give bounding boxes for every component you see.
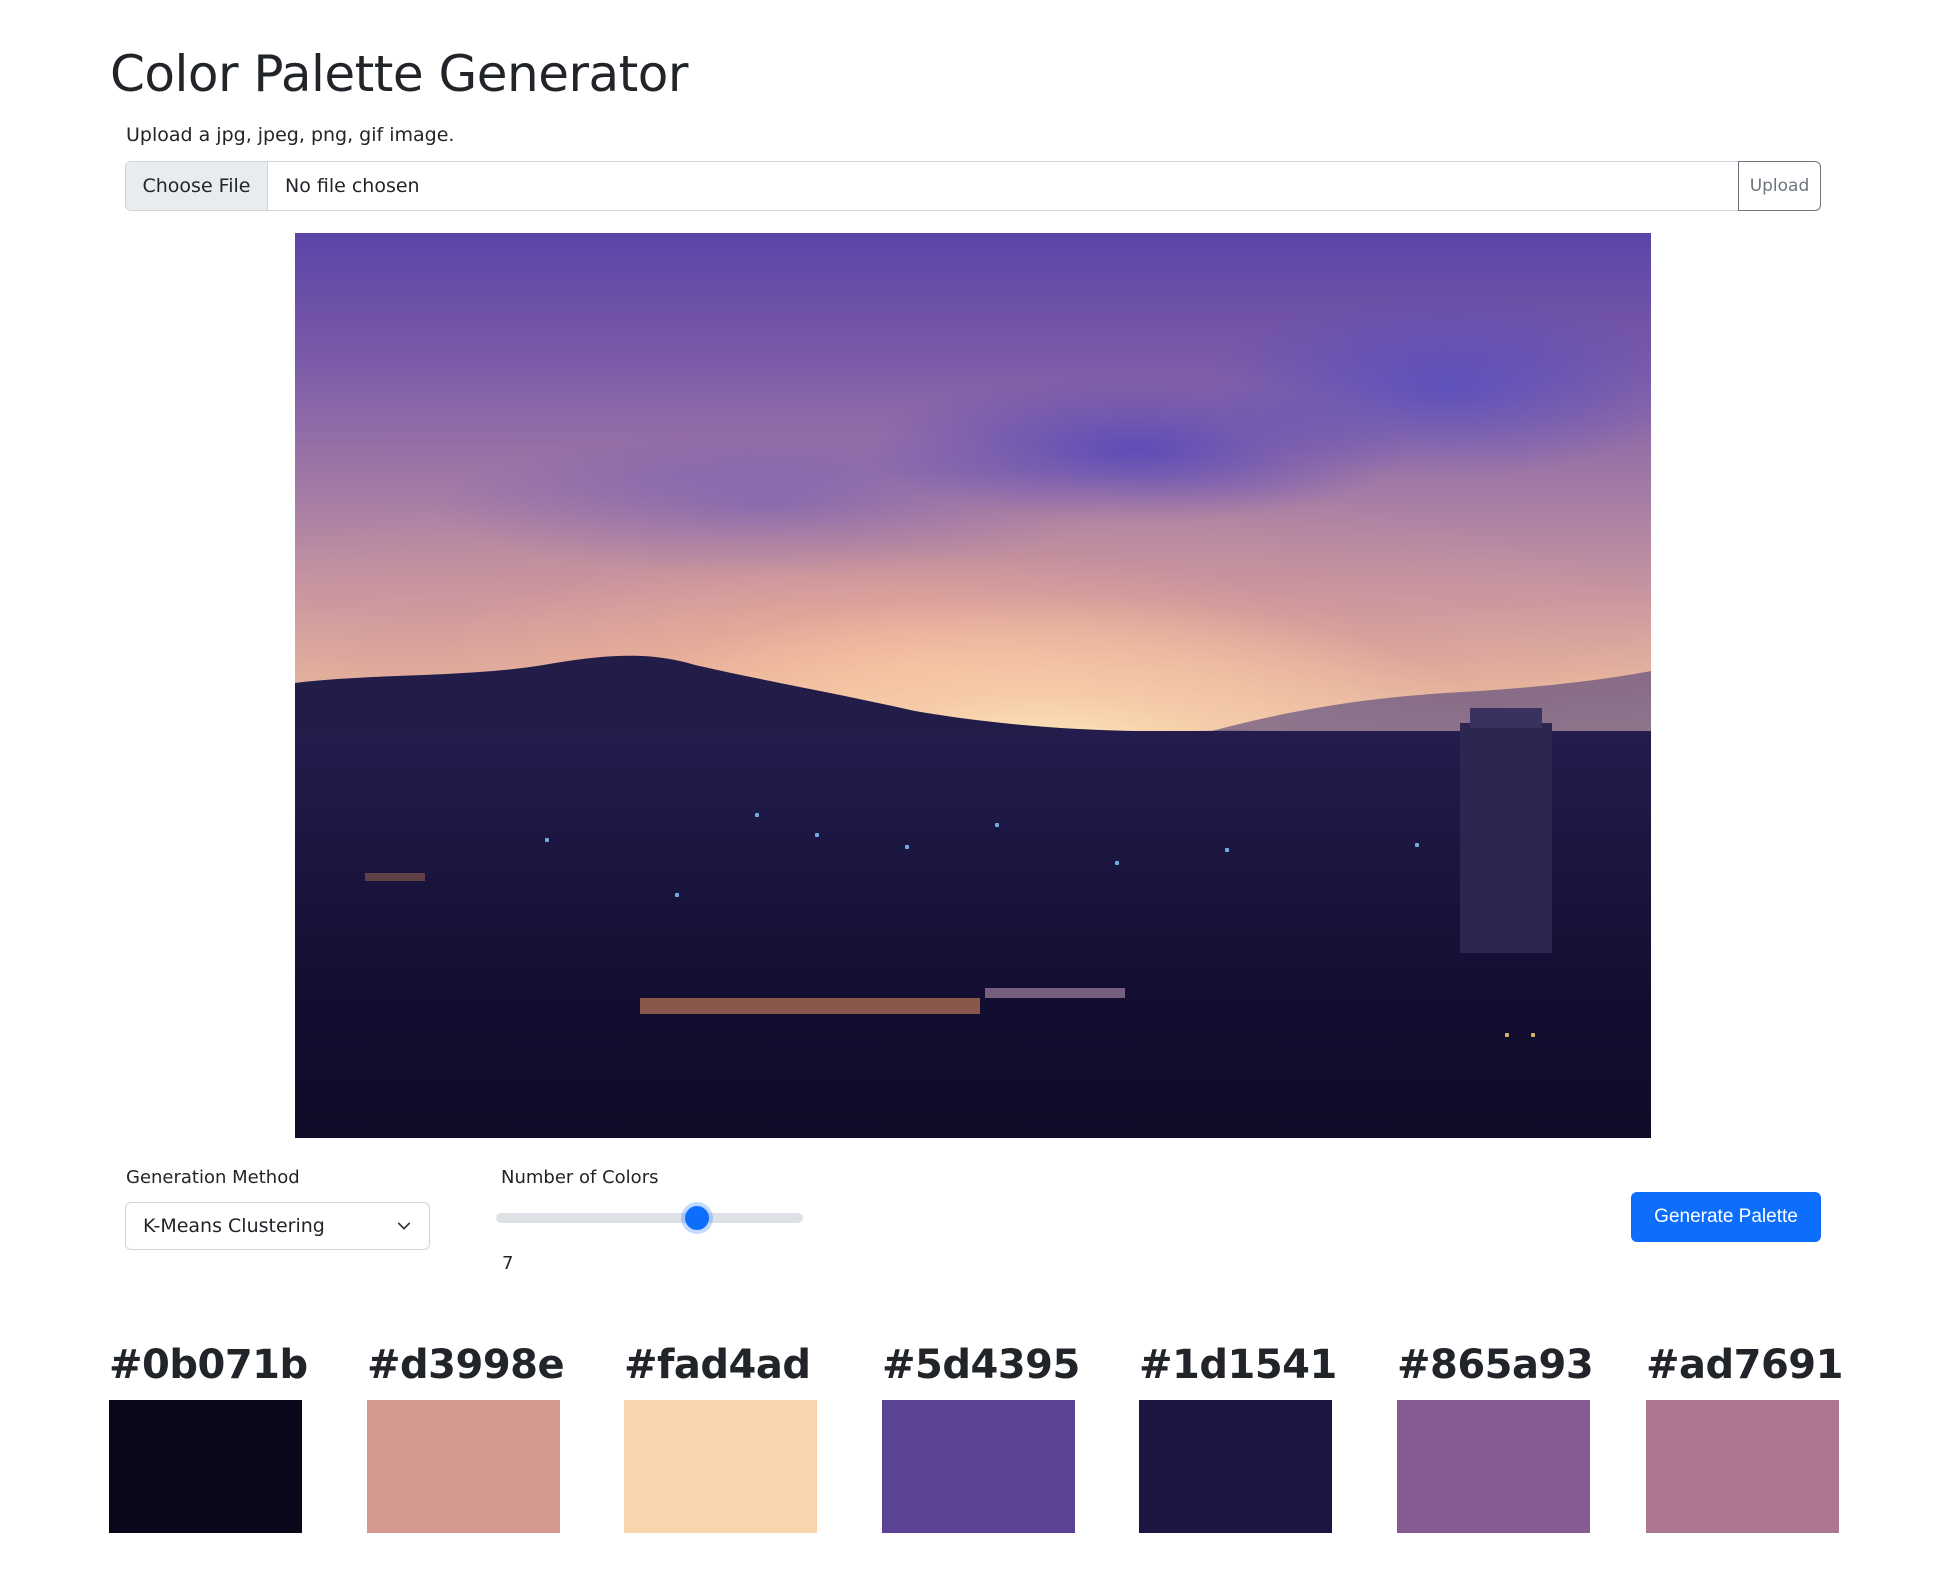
image-roof-highlight <box>365 873 425 881</box>
page-title: Color Palette Generator <box>110 45 688 103</box>
palette-results: #0b071b #d3998e #fad4ad #5d4395 #1d1541 … <box>109 1340 1909 1540</box>
swatch-color-block <box>109 1400 302 1533</box>
uploaded-image-preview <box>295 233 1651 1138</box>
number-of-colors-value: 7 <box>502 1253 514 1274</box>
number-of-colors-slider[interactable] <box>496 1206 803 1230</box>
generation-method-label: Generation Method <box>126 1167 300 1188</box>
swatch-hex-label: #1d1541 <box>1139 1342 1337 1388</box>
image-city-light <box>755 813 759 817</box>
generation-method-value: K-Means Clustering <box>143 1215 325 1237</box>
swatch-hex-label: #fad4ad <box>624 1342 811 1388</box>
image-city-light <box>905 845 909 849</box>
file-name-text: No file chosen <box>285 175 420 197</box>
swatch-hex-label: #0b071b <box>109 1342 308 1388</box>
slider-track[interactable] <box>496 1213 803 1223</box>
image-city-light <box>545 838 549 842</box>
image-roof-highlight <box>985 988 1125 998</box>
swatch-color-block <box>624 1400 817 1533</box>
chevron-down-icon <box>397 1222 411 1230</box>
image-city-light <box>815 833 819 837</box>
generation-method-select[interactable]: K-Means Clustering <box>125 1202 430 1250</box>
upload-hint: Upload a jpg, jpeg, png, gif image. <box>126 124 455 146</box>
image-city-light <box>1415 843 1419 847</box>
image-city-light <box>1225 848 1229 852</box>
swatch-hex-label: #d3998e <box>367 1342 565 1388</box>
generate-palette-button[interactable]: Generate Palette <box>1631 1192 1821 1242</box>
image-city-light <box>995 823 999 827</box>
swatch-color-block <box>882 1400 1075 1533</box>
image-tower-roof <box>1470 708 1542 728</box>
slider-thumb[interactable] <box>684 1206 709 1230</box>
swatch-color-block <box>1139 1400 1332 1533</box>
number-of-colors-label: Number of Colors <box>501 1167 659 1188</box>
swatch-hex-label: #865a93 <box>1397 1342 1594 1388</box>
swatch-hex-label: #ad7691 <box>1646 1342 1843 1388</box>
choose-file-button[interactable]: Choose File <box>126 162 268 210</box>
image-city <box>295 730 1651 1138</box>
file-input[interactable]: Choose File No file chosen <box>125 161 1741 211</box>
upload-button[interactable]: Upload <box>1738 161 1821 211</box>
swatch-color-block <box>1646 1400 1839 1533</box>
swatch-color-block <box>367 1400 560 1533</box>
image-roof-highlight <box>640 998 980 1014</box>
image-tower <box>1460 723 1552 953</box>
image-city-light <box>1531 1033 1535 1037</box>
file-upload-group: Choose File No file chosen Upload <box>125 161 1821 211</box>
swatch-hex-label: #5d4395 <box>882 1342 1080 1388</box>
swatch-color-block <box>1397 1400 1590 1533</box>
image-city-light <box>1115 861 1119 865</box>
image-city-light <box>675 893 679 897</box>
image-city-light <box>1505 1033 1509 1037</box>
